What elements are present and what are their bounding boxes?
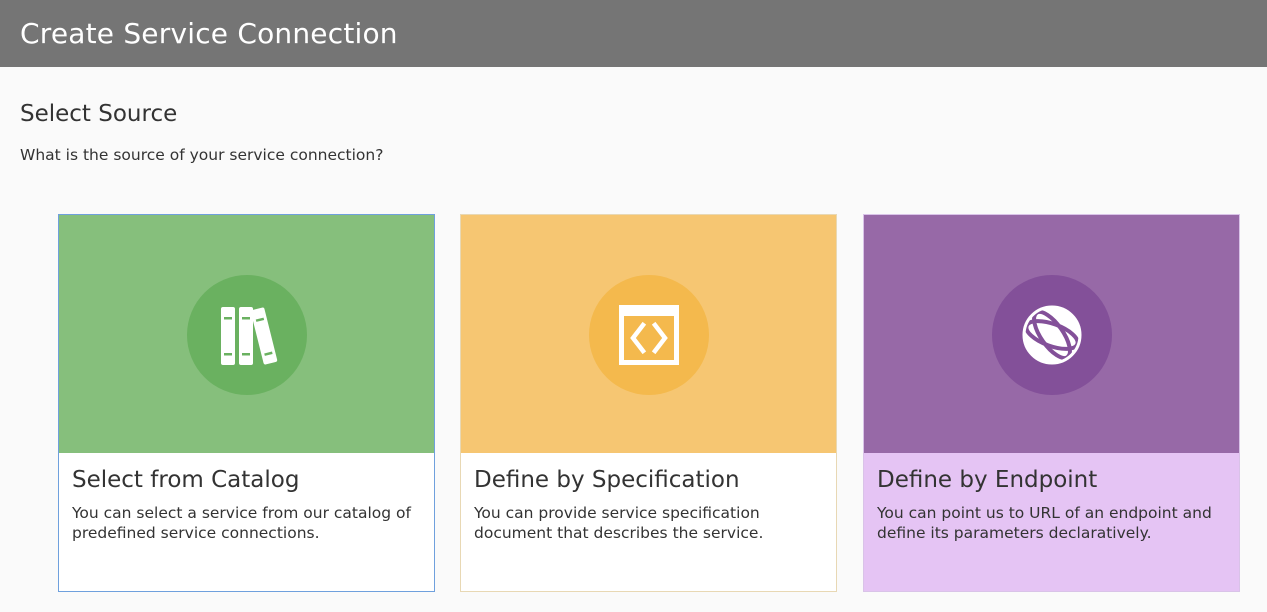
card-description: You can point us to URL of an endpoint a… [877, 504, 1212, 542]
card-define-by-specification[interactable]: Define by Specification You can provide … [460, 214, 837, 592]
section-subtitle: What is the source of your service conne… [20, 146, 384, 164]
card-hero [461, 215, 836, 453]
card-description: You can select a service from our catalo… [72, 504, 411, 542]
code-document-icon [588, 275, 709, 395]
card-title: Select from Catalog [72, 467, 300, 493]
globe-endpoint-icon [991, 275, 1112, 395]
section-title: Select Source [20, 101, 178, 127]
card-hero [864, 215, 1239, 453]
card-title: Define by Specification [474, 467, 740, 493]
books-icon [186, 275, 307, 395]
card-define-by-endpoint[interactable]: Define by Endpoint You can point us to U… [863, 214, 1240, 592]
card-description: You can provide service specification do… [474, 504, 764, 542]
card-title: Define by Endpoint [877, 467, 1098, 493]
title-bar: Create Service Connection [0, 0, 1267, 67]
page-title: Create Service Connection [20, 17, 398, 50]
card-hero [59, 215, 434, 453]
card-select-from-catalog[interactable]: Select from Catalog You can select a ser… [58, 214, 435, 592]
